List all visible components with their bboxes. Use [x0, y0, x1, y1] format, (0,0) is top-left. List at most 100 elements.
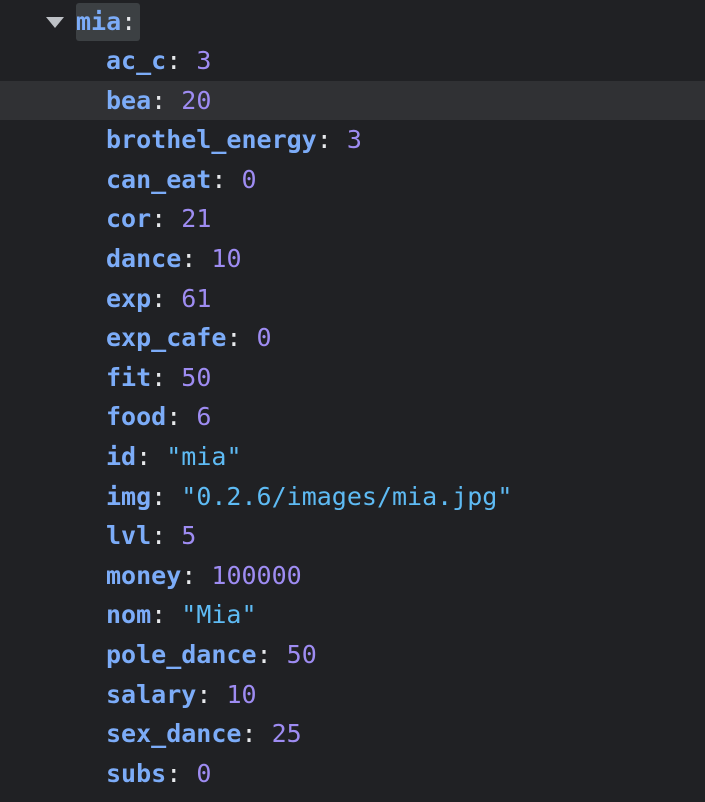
property-entry: exp: 61 [106, 279, 211, 319]
property-value: 10 [211, 244, 242, 273]
property-entry: subs: 0 [106, 754, 211, 794]
property-value: 100000 [211, 560, 302, 590]
property-colon: : [196, 679, 212, 709]
property-entry: ac_c: 3 [106, 41, 211, 81]
property-colon: : [151, 362, 167, 392]
tree-row[interactable]: cor: 21 [0, 199, 705, 239]
property-entry: brothel_energy: 3 [106, 120, 362, 160]
root-key-label: mia [76, 7, 122, 36]
property-key: fit [106, 362, 152, 392]
property-key: img [106, 481, 152, 511]
json-tree-viewer: mia: ac_c: 3 bea: 20 brothel_energy: 3 can_… [0, 0, 705, 802]
tree-row[interactable]: dance: 10 [0, 239, 705, 279]
property-entry: salary: 10 [106, 675, 257, 715]
property-value: 25 [271, 719, 302, 749]
tree-row[interactable]: money: 100000 [0, 556, 705, 596]
property-key: salary [106, 679, 197, 709]
property-colon: : [181, 244, 197, 273]
property-colon: : [136, 442, 152, 471]
property-entry: cor: 21 [106, 199, 211, 239]
property-key: money [106, 560, 182, 590]
tree-row[interactable]: subs: 0 [0, 754, 705, 794]
property-entry: dance: 10 [106, 239, 242, 279]
property-value: 6 [196, 402, 212, 432]
tree-row[interactable]: img: "0.2.6/images/mia.jpg" [0, 477, 705, 517]
property-entry: img: "0.2.6/images/mia.jpg" [106, 477, 512, 517]
tree-row[interactable]: bea: 20 [0, 80, 705, 121]
tree-row[interactable]: nom: "Mia" [0, 595, 705, 635]
property-value: 0 [241, 164, 257, 194]
property-value: 5 [181, 521, 197, 551]
property-value: "0.2.6/images/mia.jpg" [181, 481, 513, 511]
property-entry: lvl: 5 [106, 516, 196, 556]
property-colon: : [256, 640, 272, 669]
property-value: 0 [256, 323, 272, 353]
property-key: brothel_energy [106, 125, 317, 155]
property-colon: : [316, 125, 332, 155]
property-key: cor [106, 204, 152, 234]
property-entry: money: 100000 [106, 556, 302, 596]
property-colon: : [211, 164, 227, 194]
property-key: sex_dance [106, 719, 242, 749]
property-value: 20 [181, 85, 212, 115]
property-colon: : [166, 46, 182, 75]
property-colon: : [151, 600, 167, 630]
property-entry: bea: 20 [106, 81, 211, 121]
root-key-colon: : [121, 7, 137, 36]
property-key: can_eat [106, 164, 212, 194]
tree-row[interactable]: id: "mia" [0, 437, 705, 477]
property-key: pole_dance [106, 640, 257, 669]
tree-row[interactable]: exp_cafe: 0 [0, 318, 705, 358]
property-value: 21 [181, 204, 212, 234]
tree-row[interactable]: exp: 61 [0, 279, 705, 319]
property-value: 50 [286, 640, 317, 669]
property-value: 3 [346, 125, 362, 155]
tree-root-row[interactable]: mia: [0, 1, 705, 41]
property-entry: can_eat: 0 [106, 160, 257, 200]
tree-row[interactable]: food: 6 [0, 397, 705, 437]
property-colon: : [241, 719, 257, 749]
property-key: lvl [106, 521, 152, 551]
property-value: 0 [196, 758, 212, 788]
property-key: exp [106, 283, 152, 313]
property-entry: nom: "Mia" [106, 595, 257, 635]
property-key: ac_c [106, 46, 167, 75]
property-value: "mia" [166, 442, 242, 471]
tree-row[interactable]: pole_dance: 50 [0, 635, 705, 675]
property-entry: fit: 50 [106, 358, 211, 398]
property-value: "Mia" [181, 600, 257, 630]
property-key: dance [106, 244, 182, 273]
tree-row[interactable]: can_eat: 0 [0, 160, 705, 200]
root-key[interactable]: mia: [76, 3, 141, 41]
property-colon: : [151, 521, 167, 551]
property-value: 3 [196, 46, 212, 75]
property-colon: : [151, 85, 167, 115]
property-key: exp_cafe [106, 323, 227, 353]
property-colon: : [226, 323, 242, 353]
property-key: subs [106, 758, 167, 788]
property-key: food [106, 402, 167, 432]
property-colon: : [166, 402, 182, 432]
property-entry: sex_dance: 25 [106, 714, 302, 754]
property-key: bea [106, 85, 152, 115]
tree-row[interactable]: salary: 10 [0, 675, 705, 715]
property-key: nom [106, 600, 152, 630]
tree-row[interactable]: sex_dance: 25 [0, 714, 705, 754]
property-colon: : [181, 560, 197, 590]
tree-row[interactable]: ac_c: 3 [0, 41, 705, 81]
property-entry: id: "mia" [106, 437, 242, 477]
property-value: 50 [181, 362, 212, 392]
property-colon: : [151, 283, 167, 313]
property-key: id [106, 442, 137, 471]
property-entry: pole_dance: 50 [106, 635, 317, 675]
tree-row[interactable]: lvl: 5 [0, 516, 705, 556]
tree-row[interactable]: fit: 50 [0, 358, 705, 398]
property-entry: exp_cafe: 0 [106, 318, 272, 358]
property-colon: : [151, 204, 167, 234]
tree-row[interactable]: brothel_energy: 3 [0, 120, 705, 160]
triangle-down-icon[interactable] [46, 17, 64, 28]
property-value: 61 [181, 283, 212, 313]
property-colon: : [151, 481, 167, 511]
property-entry: food: 6 [106, 397, 211, 437]
property-colon: : [166, 758, 182, 788]
